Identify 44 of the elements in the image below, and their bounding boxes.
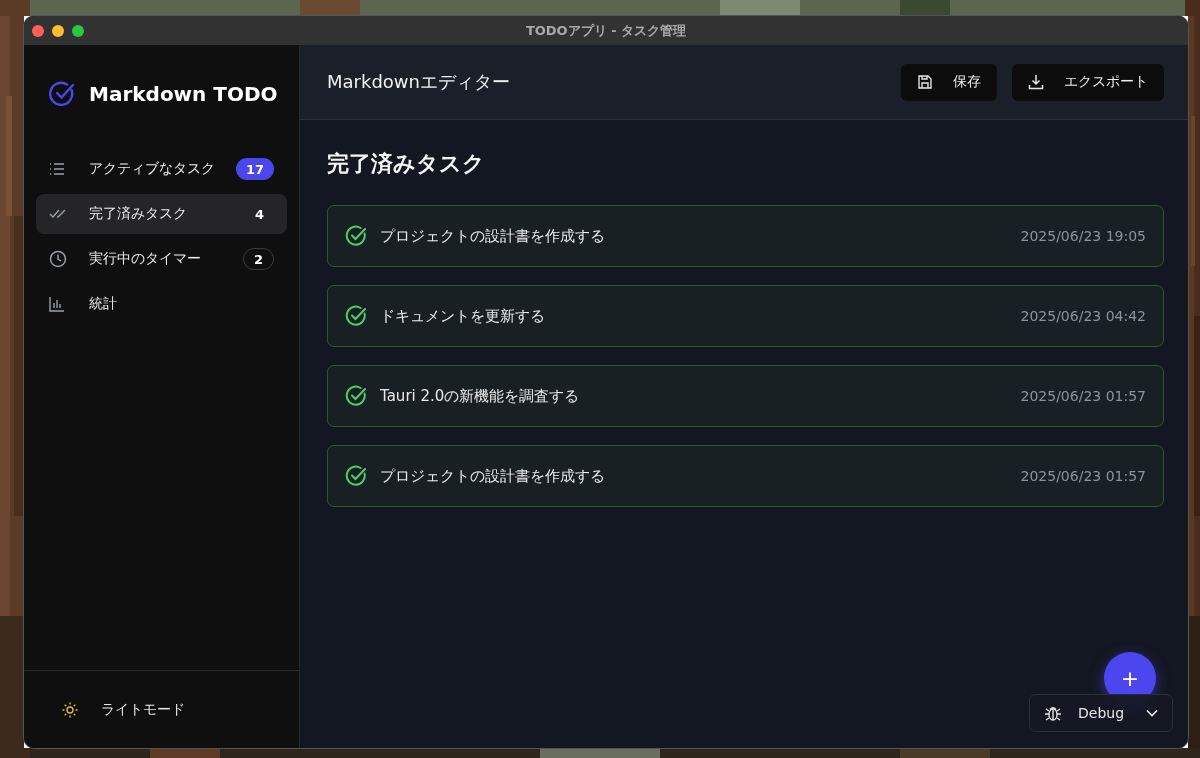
task-card[interactable]: Tauri 2.0の新機能を調査する 2025/06/23 01:57 [327, 365, 1164, 427]
minimize-button[interactable] [52, 24, 64, 37]
save-button[interactable]: 保存 [901, 63, 997, 101]
list-icon [49, 163, 65, 175]
debug-dropdown[interactable]: Debug [1029, 694, 1173, 732]
debug-label: Debug [1078, 705, 1126, 721]
task-title: プロジェクトの設計書を作成する [380, 466, 606, 486]
task-card[interactable]: ドキュメントを更新する 2025/06/23 04:42 [327, 285, 1164, 347]
task-title: プロジェクトの設計書を作成する [380, 226, 606, 246]
theme-toggle[interactable]: ライトモード [24, 670, 299, 748]
completed-date: 2025/06/23 19:05 [1020, 228, 1146, 244]
sidebar-item-label: アクティブなタスク [89, 160, 216, 178]
chevron-down-icon [1146, 709, 1158, 717]
sidebar-item[interactable]: アクティブなタスク 17 [36, 149, 287, 189]
task-title: Tauri 2.0の新機能を調査する [380, 386, 581, 406]
task-card[interactable]: プロジェクトの設計書を作成する 2025/06/23 01:57 [327, 445, 1164, 507]
window-title: TODOアプリ - タスク管理 [525, 22, 687, 38]
sidebar-item[interactable]: 完了済みタスク 4 [36, 194, 287, 234]
close-button[interactable] [32, 24, 44, 37]
completed-date: 2025/06/23 04:42 [1020, 308, 1146, 324]
count-badge: 17 [235, 158, 274, 180]
sun-icon [62, 701, 78, 718]
check-circle-icon [49, 81, 75, 107]
sidebar-item-label: 完了済みタスク [89, 205, 188, 223]
task-count: 4 [253, 205, 265, 224]
task-card[interactable]: プロジェクトの設計書を作成する 2025/06/23 19:05 [327, 205, 1164, 267]
completed-date: 2025/06/23 01:57 [1020, 388, 1146, 404]
bug-icon [1044, 704, 1062, 722]
clock-icon [49, 250, 67, 268]
completed-date: 2025/06/23 01:57 [1020, 468, 1146, 484]
task-title: ドキュメントを更新する [380, 306, 546, 326]
sidebar-item-label: 実行中のタイマー [89, 250, 202, 268]
save-icon [917, 74, 933, 90]
sidebar-item[interactable]: 実行中のタイマー 2 [36, 239, 287, 279]
export-button[interactable]: エクスポート [1012, 63, 1164, 101]
editor-title: Markdownエディター [327, 70, 511, 94]
download-icon [1028, 74, 1044, 90]
bar-chart-icon [49, 296, 65, 312]
app-name: Markdown TODO [89, 82, 278, 106]
double-check-icon [49, 209, 67, 219]
sidebar-item[interactable]: 統計 [36, 284, 287, 324]
sidebar-item-label: 統計 [89, 295, 118, 313]
section-heading: 完了済みタスク [327, 150, 486, 178]
zoom-button[interactable] [72, 24, 84, 37]
